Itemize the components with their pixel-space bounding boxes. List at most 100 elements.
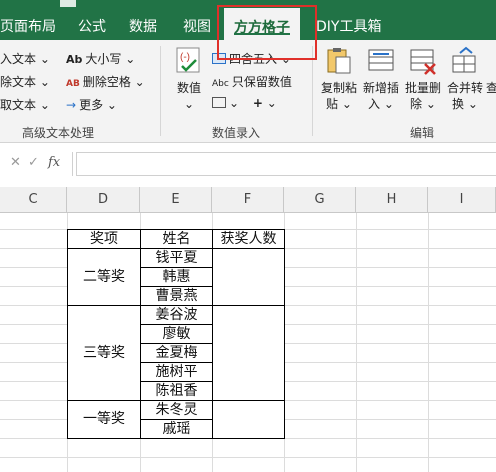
batch-delete-label-1: 批量删 bbox=[404, 81, 441, 95]
table-border bbox=[140, 343, 213, 344]
table-border bbox=[212, 229, 213, 439]
delete-spaces-button[interactable]: AB 删除空格 ⌄ bbox=[66, 73, 145, 90]
more-button[interactable]: → 更多 ⌄ bbox=[66, 96, 117, 113]
table-border bbox=[140, 229, 141, 439]
copy-paste-button[interactable]: 复制粘 贴 ⌄ bbox=[318, 46, 360, 112]
chevron-down-icon: ⌄ bbox=[383, 97, 394, 111]
fangfang-tab-highlight-box bbox=[217, 5, 317, 60]
chevron-down-icon: ⌄ bbox=[183, 97, 195, 111]
batch-delete-icon bbox=[408, 46, 438, 76]
header-award[interactable]: 奖项 bbox=[68, 230, 140, 248]
chevron-down-icon: ⌄ bbox=[266, 96, 277, 110]
copy-paste-label-1: 复制粘 bbox=[320, 81, 357, 95]
name-cell[interactable]: 陈祖香 bbox=[141, 382, 212, 400]
count-cell[interactable] bbox=[213, 401, 284, 438]
insert-text-button[interactable]: 入文本 ⌄ bbox=[0, 50, 50, 67]
delete-text-button[interactable]: 除文本 ⌄ bbox=[0, 73, 50, 90]
column-header-c[interactable]: C bbox=[0, 187, 67, 213]
chevron-down-icon: ⌄ bbox=[39, 52, 50, 66]
number-tools-row: ⌄ + ⌄ bbox=[212, 96, 277, 110]
column-header-i[interactable]: I bbox=[428, 187, 496, 213]
tab-page-layout[interactable]: 页面布局 bbox=[0, 16, 56, 36]
extract-text-label: 取文本 bbox=[0, 98, 37, 112]
keep-numbers-button[interactable]: Abc 只保留数值 bbox=[212, 73, 292, 90]
confirm-icon[interactable]: ✓ bbox=[28, 155, 39, 170]
gridline bbox=[0, 457, 496, 458]
tab-formulas[interactable]: 公式 bbox=[78, 16, 106, 36]
svg-text:(-): (-) bbox=[180, 52, 190, 63]
merge-convert-button[interactable]: 合并转 换 ⌄ bbox=[444, 46, 486, 112]
case-button[interactable]: Ab 大小写 ⌄ bbox=[66, 50, 135, 67]
chevron-down-icon: ⌄ bbox=[341, 97, 352, 111]
name-cell[interactable]: 戚瑶 bbox=[141, 420, 212, 438]
spreadsheet-grid[interactable]: C D E F G H I 奖项 姓名 获奖人数 二等奖 钱平夏 韩惠 曹景燕 … bbox=[0, 187, 496, 472]
tab-diy-toolbox[interactable]: DIY工具箱 bbox=[316, 16, 381, 36]
merge-convert-label-1: 合并转 bbox=[446, 81, 483, 95]
table-border bbox=[140, 267, 213, 268]
cancel-icon[interactable]: ✕ bbox=[10, 155, 21, 170]
chevron-down-icon: ⌄ bbox=[134, 75, 145, 89]
count-cell[interactable] bbox=[213, 249, 284, 305]
chevron-down-icon: ⌄ bbox=[106, 98, 117, 112]
merge-convert-icon bbox=[450, 46, 480, 76]
column-header-f[interactable]: F bbox=[212, 187, 284, 213]
name-cell[interactable]: 朱冬灵 bbox=[141, 401, 212, 419]
chevron-down-icon: ⌄ bbox=[39, 75, 50, 89]
tab-view[interactable]: 视图 bbox=[183, 16, 211, 36]
chevron-down-icon: ⌄ bbox=[125, 52, 136, 66]
clipboard-icon bbox=[324, 46, 354, 76]
tab-data[interactable]: 数据 bbox=[129, 16, 157, 36]
formula-input[interactable] bbox=[76, 152, 496, 176]
table-border bbox=[284, 229, 285, 439]
insert-new-button[interactable]: 新增插 入 ⌄ bbox=[360, 46, 402, 112]
column-header-e[interactable]: E bbox=[140, 187, 212, 213]
table-border bbox=[140, 381, 213, 382]
award-cell-third[interactable]: 三等奖 bbox=[68, 306, 140, 400]
name-cell[interactable]: 金夏梅 bbox=[141, 344, 212, 362]
extract-text-button[interactable]: 取文本 ⌄ bbox=[0, 96, 50, 113]
column-header-d[interactable]: D bbox=[67, 187, 140, 213]
find-label: 查 bbox=[486, 81, 496, 95]
table-border bbox=[67, 229, 285, 230]
batch-delete-button[interactable]: 批量删 除 ⌄ bbox=[402, 46, 444, 112]
group-separator bbox=[160, 46, 161, 136]
table-border bbox=[67, 248, 285, 249]
plus-icon[interactable]: + bbox=[253, 96, 263, 110]
fx-icon[interactable]: fx bbox=[48, 155, 60, 170]
numeric-icon: (-) bbox=[174, 46, 204, 76]
case-label: 大小写 bbox=[85, 52, 122, 66]
header-count[interactable]: 获奖人数 bbox=[213, 230, 284, 248]
name-cell[interactable]: 姜谷波 bbox=[141, 306, 212, 324]
edit-box-icon[interactable] bbox=[212, 97, 226, 108]
table-border bbox=[67, 305, 285, 306]
copy-paste-label-2: 贴 bbox=[326, 97, 339, 111]
numeric-button[interactable]: (-) 数值 ⌄ bbox=[168, 46, 210, 112]
insert-new-label-1: 新增插 bbox=[362, 81, 399, 95]
name-cell[interactable]: 施树平 bbox=[141, 363, 212, 381]
delete-text-label: 除文本 bbox=[0, 75, 37, 89]
count-cell[interactable] bbox=[213, 306, 284, 400]
award-cell-second[interactable]: 二等奖 bbox=[68, 249, 140, 305]
table-border bbox=[140, 324, 213, 325]
column-header-g[interactable]: G bbox=[284, 187, 356, 213]
header-name[interactable]: 姓名 bbox=[141, 230, 212, 248]
chevron-down-icon: ⌄ bbox=[39, 98, 50, 112]
table-border bbox=[140, 362, 213, 363]
keep-numbers-label: 只保留数值 bbox=[231, 75, 292, 89]
group-label-numeric-input: 数值录入 bbox=[212, 126, 261, 140]
quick-access-icon[interactable] bbox=[60, 0, 76, 7]
table-border bbox=[140, 419, 213, 420]
name-cell[interactable]: 钱平夏 bbox=[141, 249, 212, 267]
find-button[interactable]: 查 bbox=[486, 46, 496, 96]
table-border bbox=[67, 438, 285, 439]
name-cell[interactable]: 韩惠 bbox=[141, 268, 212, 286]
table-border bbox=[67, 229, 68, 439]
numeric-label: 数值 bbox=[176, 81, 201, 95]
column-header-h[interactable]: H bbox=[356, 187, 428, 213]
award-cell-first[interactable]: 一等奖 bbox=[68, 401, 140, 438]
formula-controls: ✕ ✓ fx bbox=[0, 152, 72, 176]
case-icon: Ab bbox=[66, 53, 83, 66]
name-cell[interactable]: 廖敏 bbox=[141, 325, 212, 343]
chevron-down-icon: ⌄ bbox=[425, 97, 436, 111]
name-cell[interactable]: 曹景燕 bbox=[141, 287, 212, 305]
